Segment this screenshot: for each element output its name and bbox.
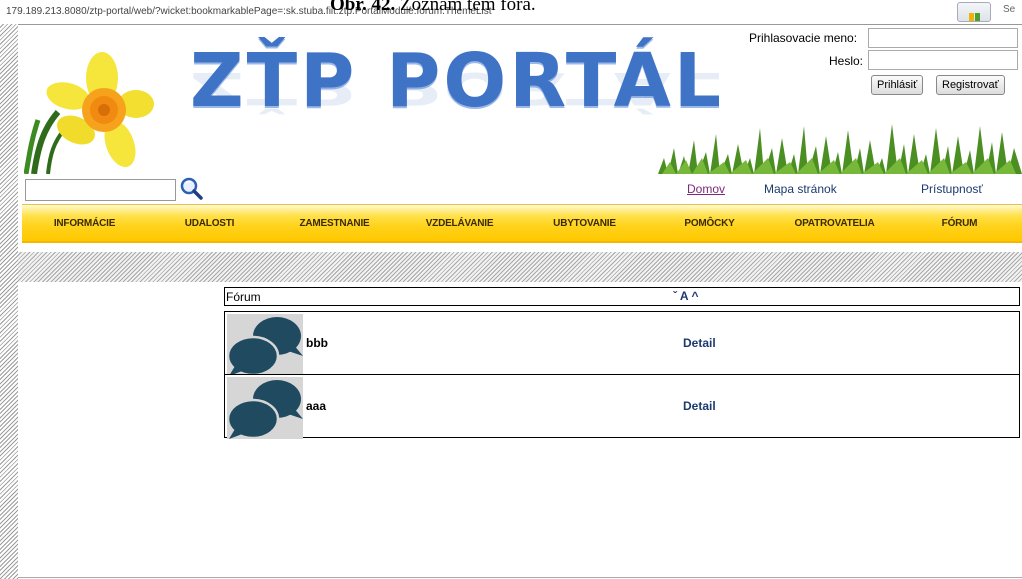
forum-topic-row: aaa Detail (224, 374, 1020, 439)
content-separator-band (18, 252, 1022, 282)
browser-addon-button[interactable] (957, 2, 991, 22)
sitemap-link[interactable]: Mapa stránok (764, 182, 837, 196)
login-button[interactable]: Prihlásiť (871, 75, 924, 95)
nav-item-vzdelavanie[interactable]: VZDELÁVANIE (397, 205, 522, 241)
nav-item-zamestnanie[interactable]: ZAMESTNANIE (272, 205, 397, 241)
caption-strip: 179.189.213.8080/ztp-portal/web/?wicket:… (0, 0, 1022, 22)
nav-item-udalosti[interactable]: UDALOSTI (147, 205, 272, 241)
sort-label[interactable]: A (680, 289, 688, 303)
figure-caption: Obr. 42. Zoznam tém fóra. (330, 0, 536, 16)
frame-bottom-border (18, 577, 1022, 578)
username-label: Prihlasovacie meno: (749, 31, 858, 45)
chat-bubbles-icon (227, 314, 303, 376)
forum-topic-row: bbb Detail (224, 311, 1020, 376)
password-label: Heslo: (829, 54, 864, 68)
accessibility-link[interactable]: Prístupnosť (921, 182, 983, 196)
username-input[interactable] (868, 28, 1018, 48)
daffodil-logo-icon (24, 52, 154, 174)
sort-desc-icon[interactable]: ˇ (673, 289, 677, 303)
main-navigation: INFORMÁCIE UDALOSTI ZAMESTNANIE VZDELÁVA… (22, 204, 1022, 243)
password-input[interactable] (868, 50, 1018, 70)
nav-item-pomocky[interactable]: POMÔCKY (647, 205, 772, 241)
frame-top-border (18, 24, 1022, 25)
grass-decoration (658, 124, 1022, 174)
sort-control: ˇ A ^ (673, 289, 698, 303)
nav-item-ubytovanie[interactable]: UBYTOVANIE (522, 205, 647, 241)
forum-detail-link[interactable]: Detail (683, 336, 716, 350)
nav-item-opatrovatelia[interactable]: OPATROVATELIA (772, 205, 897, 241)
forum-header-title: Fórum (226, 290, 261, 304)
portal-logo-reflection: ZŤP PORTÁL (190, 62, 725, 114)
home-link[interactable]: Domov (687, 182, 725, 196)
forum-detail-link[interactable]: Detail (683, 399, 716, 413)
addon-icon (969, 13, 974, 21)
nav-item-forum[interactable]: FÓRUM (897, 205, 1022, 241)
forum-topic-name[interactable]: bbb (306, 336, 328, 350)
forum-list-header: Fórum ˇ A ^ (224, 287, 1020, 306)
chat-bubbles-icon (227, 377, 303, 439)
register-button[interactable]: Registrovať (936, 75, 1005, 95)
figure-caption-text: Zoznam tém fóra. (400, 0, 536, 15)
sort-asc-icon[interactable]: ^ (691, 289, 698, 303)
search-input[interactable] (25, 179, 176, 201)
forum-topic-name[interactable]: aaa (306, 399, 326, 413)
figure-caption-label: Obr. 42. (330, 0, 396, 15)
nav-item-informacie[interactable]: INFORMÁCIE (22, 205, 147, 241)
browser-tab-fragment: Se (1003, 4, 1016, 15)
page-left-margin (0, 24, 18, 579)
search-icon[interactable] (179, 176, 203, 200)
